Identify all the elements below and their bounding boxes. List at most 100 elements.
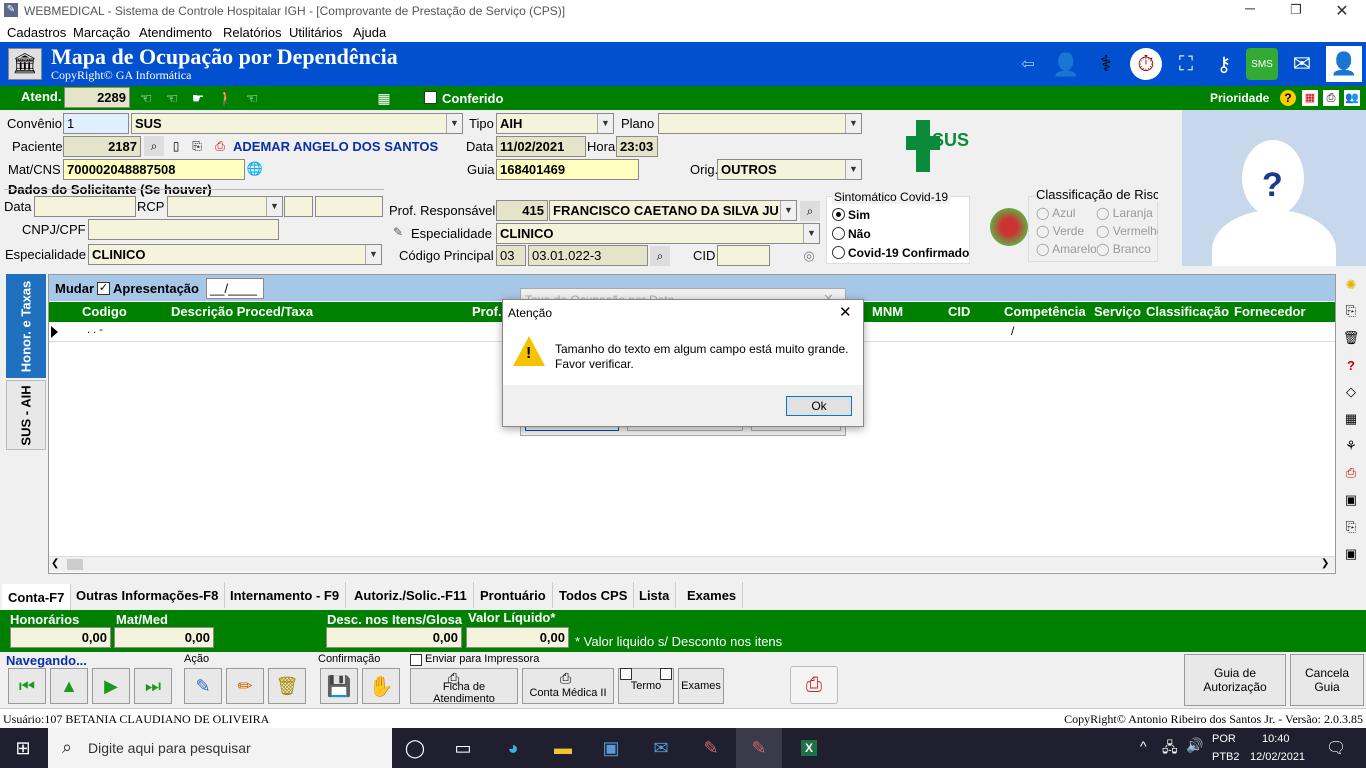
question-icon[interactable]: ? xyxy=(1342,356,1360,374)
prev-record-button[interactable]: ▲ xyxy=(50,668,88,704)
cortana-icon[interactable]: ◯ xyxy=(392,728,438,768)
layout-label[interactable]: PTB2 xyxy=(1212,751,1240,763)
tab-outras[interactable]: Outras Informações-F8 xyxy=(70,582,226,608)
col-competencia[interactable]: Competência xyxy=(1004,304,1086,319)
matmed-field[interactable]: 0,00 xyxy=(114,627,214,648)
help-icon[interactable]: ? xyxy=(1280,90,1296,106)
covid-radio-confirmado[interactable] xyxy=(832,246,845,259)
sun-icon[interactable]: ✺ xyxy=(1342,276,1360,294)
termo-checkbox[interactable] xyxy=(620,668,632,680)
eraser-icon[interactable]: ◇ xyxy=(1342,383,1360,401)
risco-laranja[interactable]: ◯ Laranja xyxy=(1096,206,1153,220)
document-icon[interactable]: ▯ xyxy=(166,136,186,156)
person-icon[interactable]: 🚶 xyxy=(214,86,238,110)
edit-record-button[interactable]: ✏ xyxy=(226,668,264,704)
network-icon[interactable]: 🖧 xyxy=(1162,737,1178,761)
stairs-icon[interactable]: ⛶ xyxy=(1170,48,1202,80)
side-tab-honor[interactable]: Honor. e Taxas xyxy=(6,274,46,378)
restore-button[interactable]: ❐ xyxy=(1284,2,1308,18)
save-button[interactable]: 💾 xyxy=(320,668,358,704)
side-tab-sus[interactable]: SUS - AIH xyxy=(6,380,46,450)
apresentacao-checkbox[interactable]: ✓ xyxy=(97,282,110,295)
tab-autoriz[interactable]: Autoriz./Solic.-F11 xyxy=(348,582,474,608)
next-record-button[interactable]: ▶ xyxy=(92,668,130,704)
risco-verde[interactable]: ◯ Verde xyxy=(1036,224,1084,238)
globe-icon[interactable]: 🌐 xyxy=(246,160,264,178)
user-window-icon[interactable]: 👤 xyxy=(1326,46,1362,82)
calendar-icon[interactable]: ▦ xyxy=(1302,90,1318,106)
menu-cadastros[interactable]: Cadastros xyxy=(7,25,66,40)
store-icon[interactable]: ▣ xyxy=(588,728,634,768)
tree-icon[interactable]: ⚘ xyxy=(1342,437,1360,455)
minimize-button[interactable]: ─ xyxy=(1238,0,1262,16)
col-cid[interactable]: CID xyxy=(948,304,970,319)
risco-azul[interactable]: ◯ Azul xyxy=(1036,206,1075,220)
col-prof[interactable]: Prof. xyxy=(472,304,502,319)
menu-ajuda[interactable]: Ajuda xyxy=(353,25,386,40)
scroll-thumb[interactable] xyxy=(67,559,83,570)
chevron-down-icon[interactable]: ▼ xyxy=(365,245,381,264)
cnpj-field[interactable] xyxy=(88,219,279,240)
chevron-down-icon[interactable]: ▼ xyxy=(780,201,796,220)
monitor-icon[interactable]: ▣ xyxy=(1342,491,1360,509)
keys-icon[interactable]: ⚷ xyxy=(1208,48,1240,80)
convenio-code-field[interactable]: 1 xyxy=(63,113,129,134)
tab-lista[interactable]: Lista xyxy=(633,582,677,608)
rcp-select[interactable]: ▼ xyxy=(167,196,283,217)
menu-marcacao[interactable]: Marcação xyxy=(73,25,130,40)
guia-autorizacao-button[interactable]: Guia de Autorização xyxy=(1184,654,1286,706)
volume-icon[interactable]: 🔊 xyxy=(1186,737,1203,754)
hora-field[interactable]: 23:03 xyxy=(616,136,658,157)
binoculars-icon[interactable]: ⌕ xyxy=(800,201,820,221)
printer-icon[interactable]: ⎙ xyxy=(210,136,230,156)
ok-button[interactable]: Ok xyxy=(786,396,852,416)
tab-todos-cps[interactable]: Todos CPS xyxy=(553,582,635,608)
start-button[interactable]: ⊞ xyxy=(0,728,46,768)
webmedical-taskbar-icon-active[interactable]: ✎ xyxy=(736,728,782,768)
clock-icon[interactable]: ⏱ xyxy=(1130,48,1162,80)
grid-scrollbar[interactable]: ❮ ❯ xyxy=(49,556,1335,572)
hand-icon-1[interactable]: ☜ xyxy=(134,86,158,110)
chevron-down-icon[interactable]: ▼ xyxy=(266,197,282,216)
explorer-icon[interactable]: ▬ xyxy=(540,728,586,768)
menu-relatorios[interactable]: Relatórios xyxy=(223,25,282,40)
lang-label[interactable]: POR xyxy=(1212,733,1236,745)
copy-icon[interactable]: ⎘ xyxy=(1342,518,1360,536)
chevron-down-icon[interactable]: ▼ xyxy=(845,114,861,133)
chevron-down-icon[interactable]: ▼ xyxy=(597,114,613,133)
hand-icon-2[interactable]: ☜ xyxy=(160,86,184,110)
plano-select[interactable]: ▼ xyxy=(658,113,862,134)
atend-number-field[interactable]: 2289 xyxy=(64,87,130,108)
binoculars-icon[interactable]: ⌕ xyxy=(144,136,164,156)
rcp-field-2[interactable] xyxy=(284,196,313,217)
data-field[interactable]: 11/02/2021 xyxy=(496,136,586,157)
email-icon[interactable]: ✉ xyxy=(1286,48,1318,80)
col-codigo[interactable]: Codigo xyxy=(82,304,127,319)
risco-amarelo[interactable]: ◯ Amarelo xyxy=(1036,242,1096,256)
edge-icon[interactable]: ◕ xyxy=(490,728,536,768)
task-view-icon[interactable]: ▭ xyxy=(440,728,486,768)
covid-radio-nao[interactable] xyxy=(832,227,845,240)
notification-icon[interactable]: 🗨 xyxy=(1326,738,1346,758)
menu-atendimento[interactable]: Atendimento xyxy=(139,25,212,40)
scroll-right-icon[interactable]: ❯ xyxy=(1321,558,1329,569)
tab-exames[interactable]: Exames xyxy=(681,582,744,608)
receipt-printer-icon[interactable]: ⎙ xyxy=(790,666,838,704)
desc-field[interactable]: 0,00 xyxy=(326,627,462,648)
binoculars-icon[interactable]: ⌕ xyxy=(650,246,670,266)
hand-plus-icon[interactable]: ☛ xyxy=(186,86,210,110)
prof-select[interactable]: FRANCISCO CAETANO DA SILVA JU ▼ xyxy=(549,200,797,221)
esp2-select[interactable]: CLINICO ▼ xyxy=(496,223,820,244)
clock-date[interactable]: 12/02/2021 xyxy=(1250,751,1305,763)
medical-caduceus-icon[interactable]: ⚕ xyxy=(1090,48,1122,80)
user-list-icon[interactable]: 👥 xyxy=(1344,90,1360,106)
conferido-checkbox[interactable] xyxy=(424,91,437,104)
last-record-button[interactable]: ⏭ xyxy=(134,668,172,704)
chevron-up-icon[interactable]: ^ xyxy=(1140,738,1147,754)
tab-internamento[interactable]: Internamento - F9 xyxy=(224,582,347,608)
clock-time[interactable]: 10:40 xyxy=(1262,733,1290,745)
rcp-field-3[interactable] xyxy=(315,196,383,217)
delete-record-button[interactable]: 🗑 xyxy=(268,668,306,704)
close-button[interactable]: ✕ xyxy=(1330,1,1354,21)
col-descricao[interactable]: Descrição Proced/Taxa xyxy=(171,304,313,319)
